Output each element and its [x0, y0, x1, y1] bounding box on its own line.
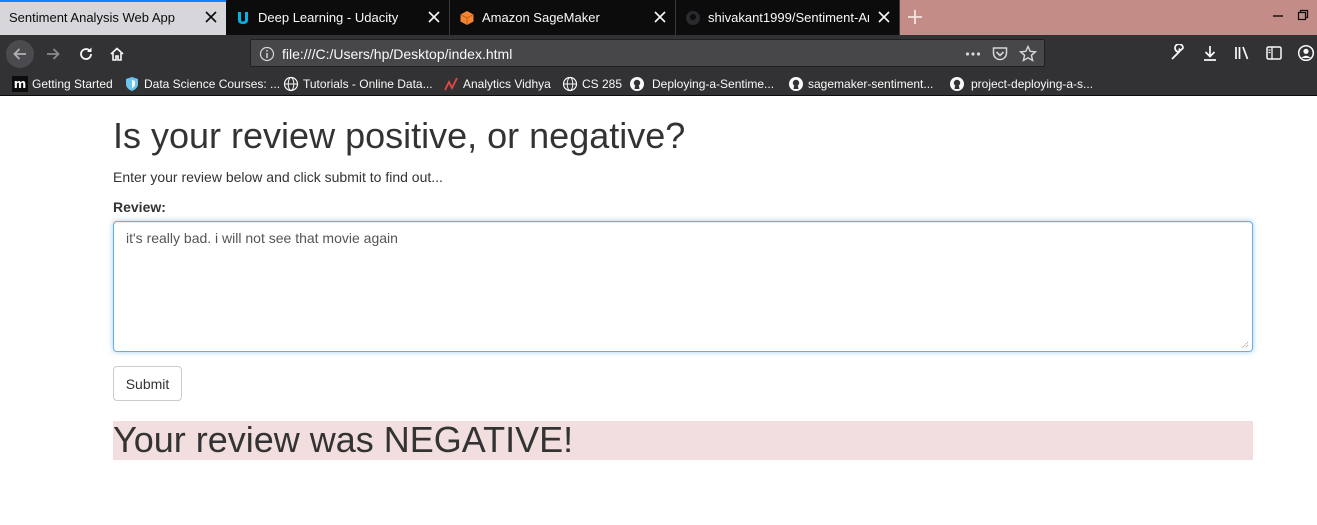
close-tab-icon[interactable] [205, 11, 217, 23]
globe-icon [283, 76, 299, 92]
url-bar[interactable]: file:///C:/Users/hp/Desktop/index.html [250, 39, 1045, 67]
url-text[interactable]: file:///C:/Users/hp/Desktop/index.html [282, 46, 512, 62]
forward-arrow-icon [47, 48, 60, 60]
home-button[interactable] [103, 40, 131, 68]
active-tab-indicator [0, 0, 226, 2]
account-icon[interactable] [1297, 44, 1315, 62]
home-icon [110, 47, 124, 61]
github-icon [686, 11, 700, 25]
bookmarks-toolbar: m Getting Started Data Science Courses: … [0, 72, 1317, 96]
svg-text:m: m [14, 77, 27, 91]
close-tab-icon[interactable] [654, 11, 666, 23]
library-icon[interactable] [1233, 44, 1251, 62]
tab-udacity[interactable]: Deep Learning - Udacity [226, 0, 450, 35]
result-alert: Your review was NEGATIVE! [113, 419, 1253, 460]
tab-title: Deep Learning - Udacity [258, 10, 399, 25]
resize-grip-icon[interactable] [1240, 340, 1249, 349]
back-button[interactable] [6, 40, 34, 68]
forward-button[interactable] [39, 40, 67, 68]
close-tab-icon[interactable] [878, 11, 890, 23]
globe-icon [562, 76, 578, 92]
restore-window-icon[interactable] [1296, 8, 1310, 22]
tab-title: Sentiment Analysis Web App [9, 10, 175, 25]
bookmark-star-icon[interactable] [1019, 45, 1037, 63]
tab-title: shivakant1999/Sentiment-Anal [708, 10, 869, 25]
github-icon [789, 77, 803, 91]
sidebar-icon[interactable] [1265, 44, 1283, 62]
review-label: Review: [113, 199, 166, 215]
analytics-vidhya-icon [444, 77, 458, 91]
review-textarea[interactable]: it's really bad. i will not see that mov… [113, 221, 1253, 352]
tab-github-repo[interactable]: shivakant1999/Sentiment-Anal [676, 0, 900, 35]
navigation-toolbar: file:///C:/Users/hp/Desktop/index.html [0, 35, 1317, 72]
minimize-window-icon[interactable] [1271, 8, 1285, 22]
back-arrow-icon [13, 48, 26, 60]
tab-sagemaker[interactable]: Amazon SageMaker [450, 0, 676, 35]
result-text: Your review was NEGATIVE! [113, 419, 574, 460]
new-tab-icon[interactable] [904, 6, 926, 28]
udacity-icon [238, 12, 248, 24]
github-icon [950, 77, 964, 91]
reload-icon [80, 47, 92, 60]
reload-button[interactable] [72, 40, 100, 68]
submit-button[interactable]: Submit [113, 366, 182, 401]
medium-icon: m [12, 76, 28, 92]
pocket-icon[interactable] [991, 45, 1009, 63]
tab-title: Amazon SageMaker [482, 10, 600, 25]
tab-strip: Sentiment Analysis Web App Deep Learning… [0, 0, 1317, 35]
shield-icon [126, 77, 138, 91]
download-icon[interactable] [1201, 44, 1219, 62]
tab-sentiment-analysis[interactable]: Sentiment Analysis Web App [0, 0, 226, 35]
page-content: Is your review positive, or negative? En… [0, 96, 1317, 525]
page-actions-icon[interactable] [964, 45, 982, 63]
intro-text: Enter your review below and click submit… [113, 169, 443, 185]
info-icon[interactable] [259, 46, 275, 62]
page-title: Is your review positive, or negative? [113, 115, 686, 156]
close-tab-icon[interactable] [428, 11, 440, 23]
sagemaker-icon [460, 11, 474, 25]
wrench-icon[interactable] [1169, 44, 1187, 62]
github-icon [630, 77, 644, 91]
